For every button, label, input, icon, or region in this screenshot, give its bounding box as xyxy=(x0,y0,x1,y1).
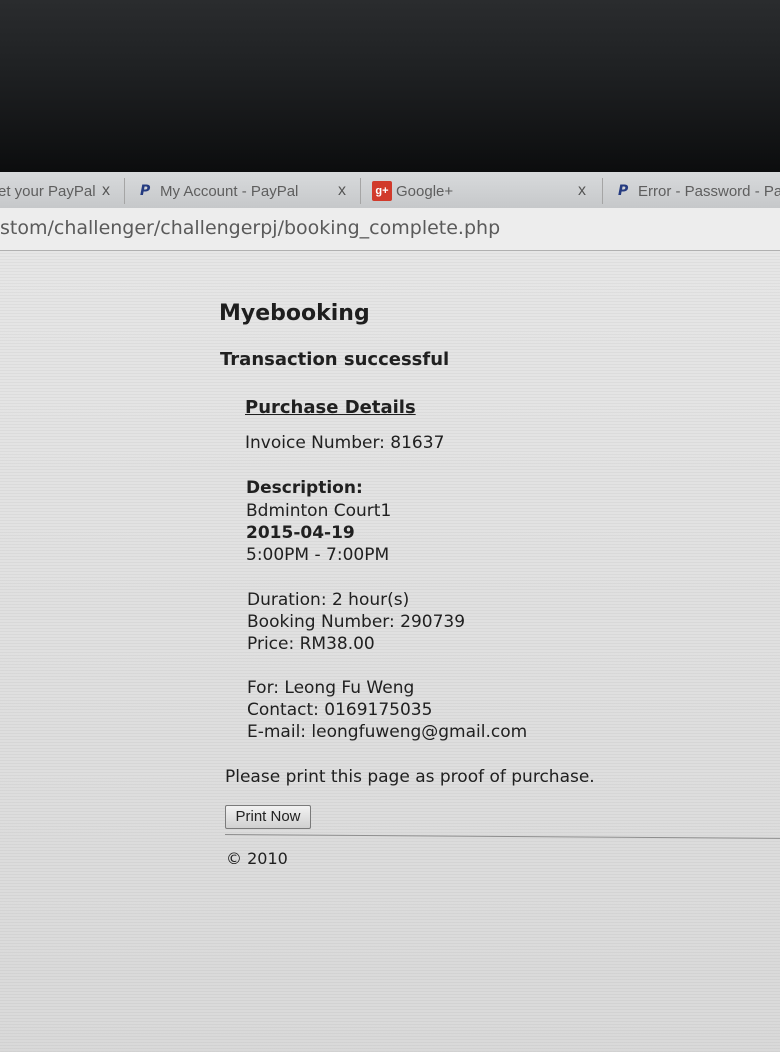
purchase-details-heading: Purchase Details xyxy=(245,397,416,418)
copyright-footer: © 2010 xyxy=(226,849,288,868)
page-content: Myebooking Transaction successful Purcha… xyxy=(0,251,780,1052)
invoice-number: Invoice Number: 81637 xyxy=(245,433,445,453)
print-instruction: Please print this page as proof of purch… xyxy=(225,767,595,787)
customer-name: For: Leong Fu Weng xyxy=(247,678,415,698)
tab-title: Error - Password - Pa xyxy=(638,182,780,200)
monitor-bezel xyxy=(0,0,780,172)
booking-number: Booking Number: 290739 xyxy=(247,612,466,632)
description-label: Description: xyxy=(246,478,363,498)
tab-divider xyxy=(360,178,361,204)
footer-divider xyxy=(224,834,780,839)
tab-title: et your PayPal xyxy=(0,182,96,200)
transaction-status: Transaction successful xyxy=(220,349,450,370)
paypal-icon: P xyxy=(618,183,629,199)
customer-email: E-mail: leongfuweng@gmail.com xyxy=(247,722,528,742)
paypal-icon: P xyxy=(140,183,151,199)
close-tab-icon[interactable]: x xyxy=(578,182,586,200)
item-name: Bdminton Court1 xyxy=(246,501,392,521)
url-text[interactable]: stom/challenger/challengerpj/booking_com… xyxy=(0,217,500,239)
booking-time: 5:00PM - 7:00PM xyxy=(246,545,390,565)
tab-divider xyxy=(124,178,125,204)
tab-paypal-reset[interactable]: et your PayPal x xyxy=(0,176,110,206)
tab-divider xyxy=(602,178,603,204)
tab-title: Google+ xyxy=(396,182,454,200)
close-tab-icon[interactable]: x xyxy=(338,182,346,200)
tab-google-plus[interactable]: g+ Google+ x xyxy=(372,176,586,206)
booking-date: 2015-04-19 xyxy=(246,523,355,543)
price: Price: RM38.00 xyxy=(247,634,375,654)
print-now-button[interactable]: Print Now xyxy=(225,805,311,829)
google-plus-icon: g+ xyxy=(372,181,392,201)
address-bar[interactable]: stom/challenger/challengerpj/booking_com… xyxy=(0,208,780,251)
tab-strip: et your PayPal x P My Account - PayPal x… xyxy=(0,172,780,209)
site-title: Myebooking xyxy=(219,301,370,326)
tab-error-password[interactable]: P Error - Password - Pa xyxy=(618,176,780,206)
customer-contact: Contact: 0169175035 xyxy=(247,700,433,720)
tab-my-account-paypal[interactable]: P My Account - PayPal x xyxy=(140,176,346,206)
close-tab-icon[interactable]: x xyxy=(102,182,110,200)
tab-title: My Account - PayPal xyxy=(160,182,299,200)
duration: Duration: 2 hour(s) xyxy=(247,590,410,610)
